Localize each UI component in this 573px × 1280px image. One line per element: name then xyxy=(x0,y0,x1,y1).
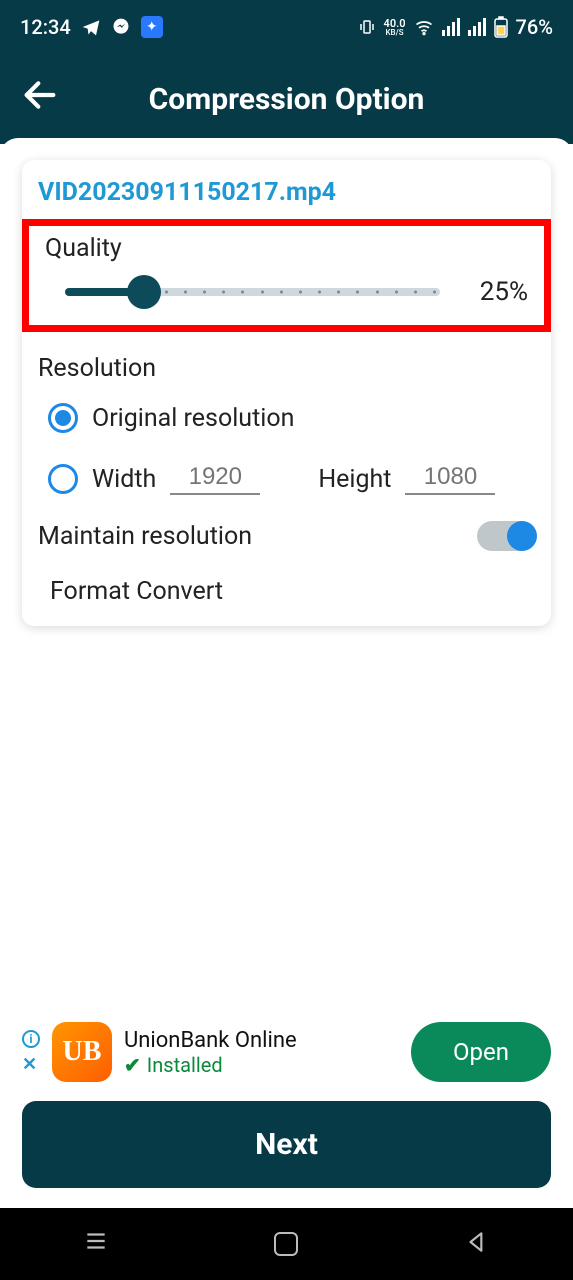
ad-banner: i ✕ UB UnionBank Online ✔ Installed Open xyxy=(22,1022,551,1082)
quality-highlight-box: Quality 25% xyxy=(22,219,551,332)
quality-slider-thumb[interactable] xyxy=(127,275,161,309)
messenger-icon xyxy=(111,17,131,37)
battery-icon xyxy=(494,16,508,38)
signal-icon-1 xyxy=(442,18,460,36)
height-label: Height xyxy=(318,465,391,494)
nav-home-icon[interactable] xyxy=(274,1232,298,1256)
battery-percent: 76% xyxy=(516,15,553,39)
ad-open-button[interactable]: Open xyxy=(411,1022,551,1082)
ad-info-icon[interactable]: i xyxy=(22,1030,40,1048)
vibrate-icon xyxy=(358,18,376,36)
telegram-icon xyxy=(81,17,101,37)
quality-slider[interactable] xyxy=(65,288,440,296)
radio-original-checked[interactable] xyxy=(48,403,78,433)
nav-recent-icon[interactable] xyxy=(83,1228,109,1261)
radio-custom[interactable] xyxy=(48,464,78,494)
signal-icon-2 xyxy=(468,18,486,36)
app-icon: ✦ xyxy=(141,16,163,38)
nav-back-icon[interactable] xyxy=(464,1229,490,1259)
compression-card: VID20230911150217.mp4 Quality 25% Resolu… xyxy=(22,160,551,626)
original-resolution-label: Original resolution xyxy=(92,404,294,433)
ad-app-icon[interactable]: UB xyxy=(52,1022,112,1082)
system-navbar xyxy=(0,1208,573,1280)
check-icon: ✔ xyxy=(124,1053,141,1077)
format-convert-option[interactable]: Format Convert xyxy=(50,577,535,606)
ad-close-icon[interactable]: ✕ xyxy=(22,1054,40,1075)
height-input[interactable] xyxy=(405,463,495,495)
wifi-icon xyxy=(414,17,434,37)
filename-label: VID20230911150217.mp4 xyxy=(38,178,535,207)
ad-title: UnionBank Online xyxy=(124,1028,399,1053)
maintain-resolution-toggle[interactable] xyxy=(477,521,535,551)
maintain-resolution-label: Maintain resolution xyxy=(38,522,252,551)
status-speed: 40.0 KB/S xyxy=(384,18,406,37)
content-area: VID20230911150217.mp4 Quality 25% Resolu… xyxy=(0,138,573,1208)
quality-label: Quality xyxy=(45,234,528,263)
quality-value: 25% xyxy=(458,277,528,307)
ad-subtitle: ✔ Installed xyxy=(124,1053,399,1077)
width-input[interactable] xyxy=(170,463,260,495)
resolution-label: Resolution xyxy=(38,354,535,383)
status-time: 12:34 xyxy=(20,15,71,39)
app-header: Compression Option xyxy=(0,54,573,144)
width-label: Width xyxy=(92,465,156,494)
back-button[interactable] xyxy=(20,75,60,124)
custom-resolution-option[interactable]: Width Height xyxy=(48,463,535,495)
page-title: Compression Option xyxy=(0,82,573,117)
original-resolution-option[interactable]: Original resolution xyxy=(48,403,535,433)
next-button[interactable]: Next xyxy=(22,1101,551,1188)
status-bar: 12:34 ✦ 40.0 KB/S 76% xyxy=(0,0,573,54)
